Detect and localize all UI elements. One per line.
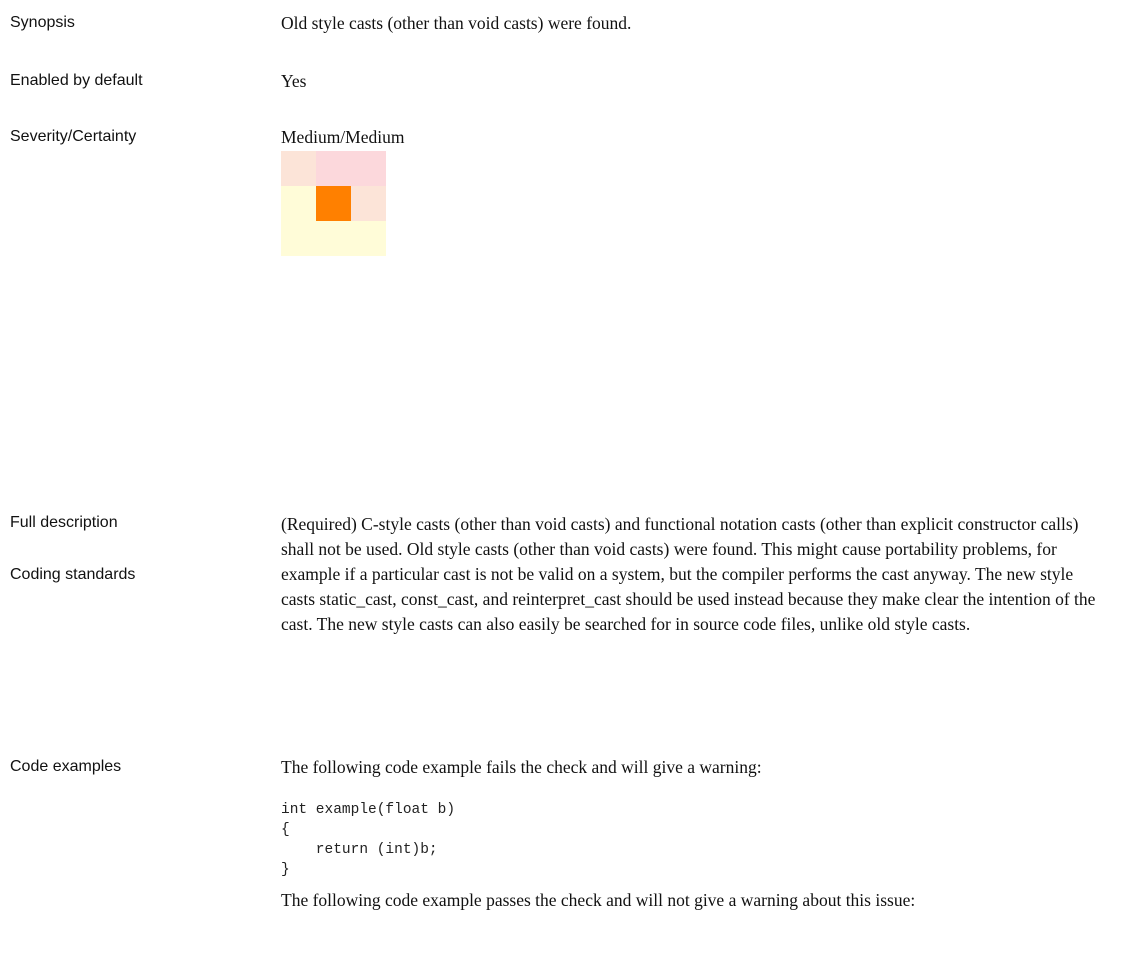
severity-value: Medium/Medium bbox=[281, 127, 405, 147]
severity-cell bbox=[316, 151, 351, 186]
synopsis-label: Synopsis bbox=[10, 14, 75, 31]
severity-cell bbox=[351, 186, 386, 221]
fail-example-intro: The following code example fails the che… bbox=[281, 757, 762, 777]
severity-cell bbox=[281, 221, 316, 256]
full-description-label: Full description bbox=[10, 514, 118, 531]
full-description-text: (Required) C-style casts (other than voi… bbox=[281, 514, 1096, 634]
code-examples-label: Code examples bbox=[10, 758, 122, 775]
severity-cell bbox=[351, 151, 386, 186]
coding-standards-label: Coding standards bbox=[10, 566, 136, 583]
enabled-value: Yes bbox=[281, 71, 307, 91]
severity-cell bbox=[351, 221, 386, 256]
severity-cell bbox=[316, 186, 351, 221]
synopsis-value: Old style casts (other than void casts) … bbox=[281, 13, 632, 33]
enabled-label: Enabled by default bbox=[10, 72, 143, 89]
pass-example-intro: The following code example passes the ch… bbox=[281, 890, 916, 910]
severity-cell bbox=[281, 151, 316, 186]
severity-cell bbox=[281, 186, 316, 221]
severity-cell bbox=[316, 221, 351, 256]
severity-matrix-icon bbox=[281, 151, 386, 256]
severity-label: Severity/Certainty bbox=[10, 128, 137, 145]
fail-code-block: int example(float b) { return (int)b; } bbox=[281, 802, 456, 878]
